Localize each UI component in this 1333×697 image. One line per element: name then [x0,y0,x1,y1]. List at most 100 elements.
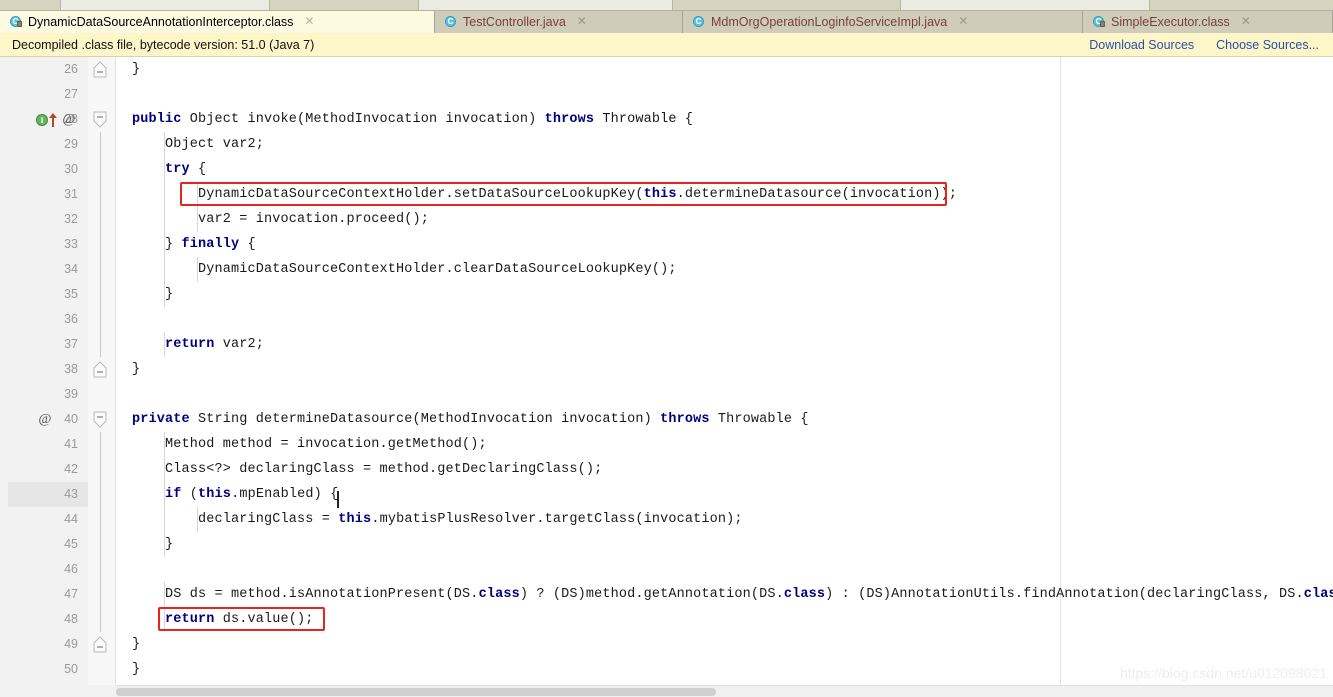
background-tab[interactable] [900,0,1150,10]
tab-mdm-org-operation-loginfo-service-impl[interactable]: C MdmOrgOperationLoginfoServiceImpl.java… [683,11,1083,33]
code-line[interactable]: 47 DS ds = method.isAnnotationPresent(DS… [0,582,1333,607]
code-line[interactable]: 35 } [0,282,1333,307]
scrollbar-gutter-pad [0,685,116,697]
tab-close-icon[interactable]: ✕ [303,15,315,28]
tab-close-icon[interactable]: ✕ [957,15,969,28]
code-text[interactable]: Object var2; [132,132,264,157]
code-text[interactable]: Method method = invocation.getMethod(); [132,432,487,457]
up-arrow-icon[interactable] [49,112,58,127]
tab-close-icon[interactable]: ✕ [1240,15,1252,28]
java-file-icon: C [445,16,458,29]
code-line[interactable]: 46 [0,557,1333,582]
code-line[interactable]: 49} [0,632,1333,657]
line-number: 33 [64,237,78,251]
code-text[interactable]: } [132,57,140,82]
code-line[interactable]: 45 } [0,532,1333,557]
code-line[interactable]: 34 DynamicDataSourceContextHolder.clearD… [0,257,1333,282]
tab-dynamic-data-source-annotation-interceptor[interactable]: C DynamicDataSourceAnnotationInterceptor… [0,11,435,33]
line-number: 26 [64,62,78,76]
line-number: 32 [64,212,78,226]
background-tab[interactable] [60,0,270,10]
code-text[interactable]: var2 = invocation.proceed(); [132,207,429,232]
horizontal-scrollbar[interactable] [116,685,1333,697]
fold-gutter-cell [88,657,116,682]
code-text[interactable]: return var2; [132,332,264,357]
implementing-method-icon[interactable]: I [36,113,48,126]
line-number: 41 [64,437,78,451]
line-number: 46 [64,562,78,576]
at-annotation-icon[interactable]: @ [38,412,52,427]
download-sources-link[interactable]: Download Sources [1089,38,1194,52]
line-number: 50 [64,662,78,676]
code-line[interactable]: 41 Method method = invocation.getMethod(… [0,432,1333,457]
tab-simple-executor[interactable]: C SimpleExecutor.class ✕ [1083,11,1333,33]
code-text[interactable]: try { [132,157,206,182]
fold-gutter-cell [88,582,116,607]
fold-region-start-icon[interactable] [88,107,116,132]
code-text[interactable]: DS ds = method.isAnnotationPresent(DS.cl… [132,582,1333,607]
tab-label: SimpleExecutor.class [1111,15,1230,29]
code-line[interactable]: 42 Class<?> declaringClass = method.getD… [0,457,1333,482]
fold-gutter-cell [88,457,116,482]
code-line[interactable]: 39 [0,382,1333,407]
code-text[interactable]: public Object invoke(MethodInvocation in… [132,107,693,132]
fold-region-end-icon[interactable] [88,632,116,657]
code-text[interactable]: } [132,282,173,307]
code-text[interactable]: Class<?> declaringClass = method.getDecl… [132,457,602,482]
code-line[interactable]: 33 } finally { [0,232,1333,257]
code-line[interactable]: 31 DynamicDataSourceContextHolder.setDat… [0,182,1333,207]
fold-region-start-icon[interactable] [88,407,116,432]
code-line[interactable]: 27 [0,82,1333,107]
code-text[interactable]: } finally { [132,232,256,257]
line-number: 43 [8,482,88,507]
code-text[interactable]: if (this.mpEnabled) { [132,482,338,507]
code-line[interactable]: 40 @ private String determineDatasource(Me… [0,407,1333,432]
class-file-icon: C [1093,16,1106,29]
code-text[interactable]: } [132,357,140,382]
code-line[interactable]: 30 try { [0,157,1333,182]
at-annotation-icon[interactable]: @ [62,112,76,127]
code-text[interactable]: } [132,532,173,557]
code-text[interactable]: } [132,632,140,657]
code-line[interactable]: 26} [0,57,1333,82]
line-number: 49 [64,637,78,651]
tab-label: DynamicDataSourceAnnotationInterceptor.c… [28,15,294,29]
fold-gutter-cell [88,132,116,157]
fold-gutter-cell [88,232,116,257]
background-tab-strip [0,0,1333,11]
choose-sources-link[interactable]: Choose Sources... [1216,38,1319,52]
fold-gutter-cell [88,607,116,632]
fold-region-end-icon[interactable] [88,57,116,82]
horizontal-scrollbar-thumb[interactable] [116,688,716,696]
tab-test-controller[interactable]: C TestController.java ✕ [435,11,683,33]
code-editor[interactable]: 26} 27 28 I @ public Object invoke(MethodInvo… [0,57,1333,697]
code-line[interactable]: 32 var2 = invocation.proceed(); [0,207,1333,232]
code-text[interactable]: DynamicDataSourceContextHolder.clearData… [132,257,677,282]
code-line[interactable]: 28 I @ public Object invoke(MethodInvocatio… [0,107,1333,132]
gutter-icon-group[interactable]: @ [36,407,88,432]
code-line[interactable]: 43 if (this.mpEnabled) { [0,482,1333,507]
code-text[interactable]: declaringClass = this.mybatisPlusResolve… [132,507,743,532]
tab-label: MdmOrgOperationLoginfoServiceImpl.java [711,15,948,29]
line-number: 34 [64,262,78,276]
fold-gutter-cell [88,432,116,457]
code-text[interactable]: return ds.value(); [132,607,314,632]
code-text[interactable]: } [132,657,140,682]
code-text[interactable]: private String determineDatasource(Metho… [132,407,809,432]
code-text[interactable]: DynamicDataSourceContextHolder.setDataSo… [132,182,957,207]
notification-message: Decompiled .class file, bytecode version… [12,37,315,52]
code-line[interactable]: 38} [0,357,1333,382]
background-tab[interactable] [418,0,673,10]
code-line[interactable]: 48 return ds.value(); [0,607,1333,632]
line-number: 37 [64,337,78,351]
code-line[interactable]: 29 Object var2; [0,132,1333,157]
fold-region-end-icon[interactable] [88,357,116,382]
decompiled-notification-bar: Decompiled .class file, bytecode version… [0,33,1333,57]
code-line[interactable]: 37 return var2; [0,332,1333,357]
fold-gutter-cell [88,82,116,107]
line-number: 48 [64,612,78,626]
code-line[interactable]: 36 [0,307,1333,332]
gutter-icon-group[interactable]: I @ [36,107,88,132]
tab-close-icon[interactable]: ✕ [576,15,588,28]
code-line[interactable]: 44 declaringClass = this.mybatisPlusReso… [0,507,1333,532]
